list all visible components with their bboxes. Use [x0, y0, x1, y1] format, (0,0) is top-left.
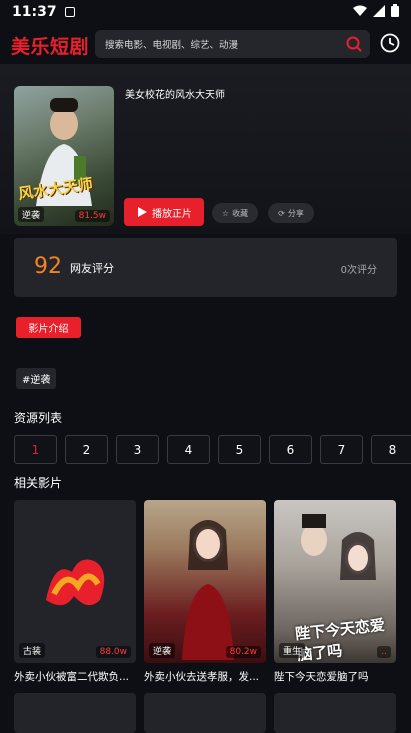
rating-score: 92	[34, 254, 62, 279]
poster-illustration	[36, 98, 92, 206]
related-card-partial[interactable]	[274, 693, 396, 733]
related-thumbnail: 逆袭 80.2w	[144, 500, 266, 663]
favorite-label: 收藏	[232, 208, 249, 218]
play-button[interactable]: 播放正片	[124, 198, 204, 226]
app-placeholder-logo-icon	[46, 559, 105, 606]
related-tag: 古装	[19, 643, 46, 658]
wifi-icon	[353, 5, 367, 16]
related-tag: 逆袭	[149, 643, 176, 658]
episode-button[interactable]: 8	[371, 435, 411, 464]
rating-label: 网友评分	[70, 262, 114, 275]
episode-button[interactable]: 2	[65, 435, 108, 464]
history-icon[interactable]	[380, 33, 400, 53]
thumbnail-illustration	[182, 520, 234, 660]
related-card-partial[interactable]	[144, 693, 266, 733]
play-icon	[138, 207, 147, 217]
related-thumbnail: 古装 88.0w	[14, 500, 136, 663]
related-title: 外卖小伙去送孝服，发...	[144, 671, 260, 683]
related-tag: 重生	[279, 643, 306, 658]
notification-icon	[64, 7, 75, 17]
related-title: 外卖小伙被富二代欺负...	[14, 671, 130, 683]
related-card[interactable]: 古装 88.0w 外卖小伙被富二代欺负...	[14, 500, 136, 690]
drama-hero: 风水大天师 逆袭 81.5w 美女校花的风水大天师 播放正片 ☆ 收藏 ⟳ 分享	[0, 64, 411, 234]
search-placeholder: 搜索电影、电视剧、综艺、动漫	[105, 40, 239, 51]
battery-icon	[391, 4, 399, 17]
poster-tag: 逆袭	[18, 207, 45, 222]
episode-list: 1 2 3 4 5 6 7 8	[14, 435, 411, 465]
favorite-button[interactable]: ☆ 收藏	[212, 203, 258, 223]
share-label: 分享	[287, 208, 304, 218]
search-icon[interactable]	[346, 36, 362, 52]
share-icon: ⟳	[278, 208, 285, 218]
related-list: 古装 88.0w 外卖小伙被富二代欺负... 逆袭 80.2w 外卖小伙去送孝服…	[14, 500, 411, 690]
related-view-count: 88.0w	[95, 646, 131, 658]
search-input[interactable]: 搜索电影、电视剧、综艺、动漫	[95, 30, 370, 58]
drama-poster[interactable]: 风水大天师 逆袭 81.5w	[14, 86, 114, 226]
episode-button[interactable]: 3	[116, 435, 159, 464]
app-logo[interactable]: 美乐短剧	[11, 32, 89, 59]
episode-button[interactable]: 4	[167, 435, 210, 464]
status-icons	[353, 4, 399, 17]
related-thumbnail: 陛下今天恋爱脑了吗 重生 ..	[274, 500, 396, 663]
rating-count: 0次评分	[340, 265, 377, 276]
episodes-section-title: 资源列表	[14, 411, 63, 425]
related-section-title: 相关影片	[14, 476, 63, 490]
episode-button[interactable]: 7	[320, 435, 363, 464]
drama-title: 美女校花的风水大天师	[125, 90, 225, 101]
rating-panel: 92 网友评分 0次评分	[14, 238, 397, 297]
related-card[interactable]: 逆袭 80.2w 外卖小伙去送孝服，发...	[144, 500, 266, 690]
share-button[interactable]: ⟳ 分享	[268, 203, 314, 223]
related-title: 陛下今天恋爱脑了吗	[274, 671, 369, 683]
signal-icon	[373, 4, 385, 17]
status-bar: 11:37	[0, 0, 411, 24]
top-bar: 美乐短剧 搜索电影、电视剧、综艺、动漫	[0, 26, 411, 64]
related-card[interactable]: 陛下今天恋爱脑了吗 重生 .. 陛下今天恋爱脑了吗	[274, 500, 396, 690]
related-card-partial[interactable]	[14, 693, 136, 733]
episode-button[interactable]: 6	[269, 435, 312, 464]
related-view-count: 80.2w	[225, 646, 261, 658]
star-icon: ☆	[221, 208, 230, 218]
related-next-row	[14, 693, 411, 733]
genre-tag[interactable]: #逆袭	[16, 368, 57, 389]
play-button-label: 播放正片	[152, 208, 192, 220]
episode-button[interactable]: 5	[218, 435, 261, 464]
episode-button[interactable]: 1	[14, 435, 57, 464]
related-view-count: ..	[377, 646, 391, 658]
status-time: 11:37	[12, 4, 57, 20]
intro-button[interactable]: 影片介绍	[16, 317, 81, 338]
poster-view-count: 81.5w	[74, 210, 110, 222]
